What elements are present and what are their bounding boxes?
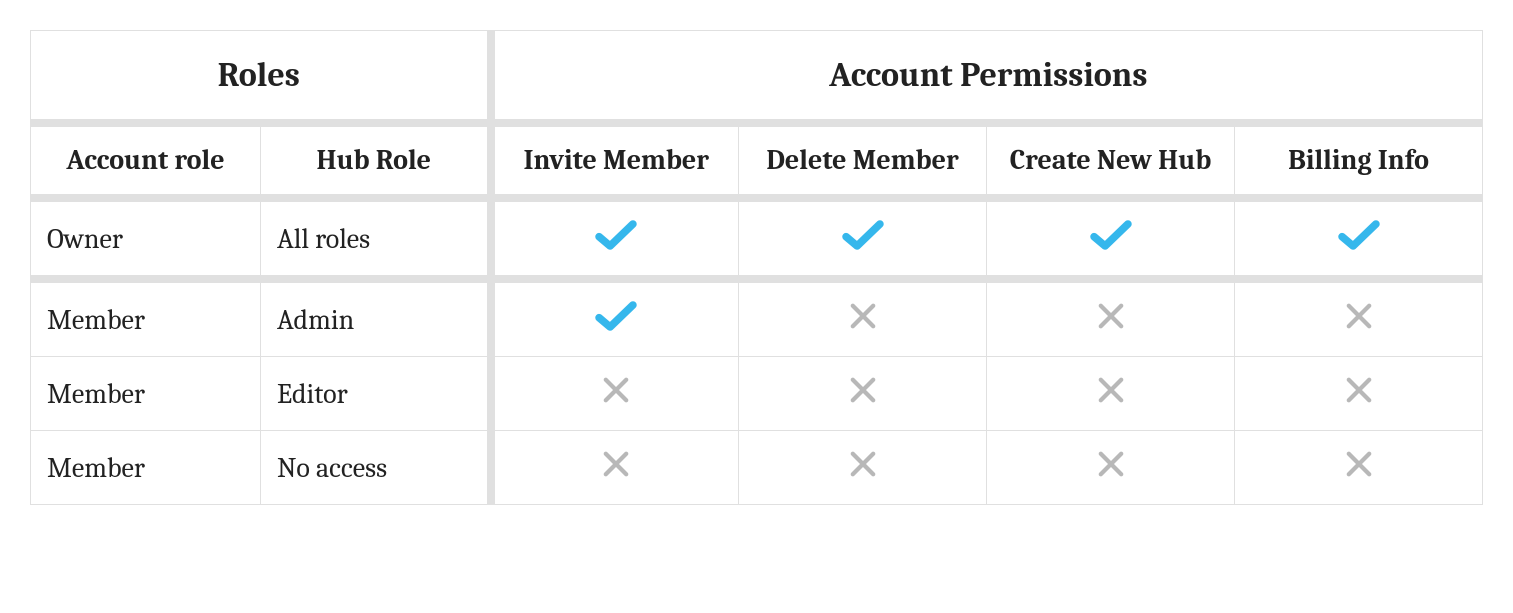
cell-create-new-hub — [987, 431, 1235, 505]
cell-billing-info — [1235, 279, 1483, 357]
table-row: MemberAdmin — [31, 279, 1483, 357]
column-group-roles: Roles — [31, 31, 491, 124]
check-icon — [594, 218, 638, 252]
cross-icon — [846, 373, 880, 407]
permissions-table-body: OwnerAll rolesMemberAdminMemberEditorMem… — [31, 198, 1483, 505]
table-sub-header-row: Account role Hub Role Invite Member Dele… — [31, 123, 1483, 198]
cell-delete-member — [739, 198, 987, 279]
cell-hub-role: Editor — [261, 357, 491, 431]
cross-icon — [599, 373, 633, 407]
column-header-billing-info: Billing Info — [1235, 123, 1483, 198]
cell-billing-info — [1235, 357, 1483, 431]
check-icon — [841, 218, 885, 252]
column-header-invite-member: Invite Member — [491, 123, 739, 198]
cell-account-role: Owner — [31, 198, 261, 279]
cell-invite-member — [491, 279, 739, 357]
column-header-delete-member: Delete Member — [739, 123, 987, 198]
cross-icon — [1342, 299, 1376, 333]
cell-billing-info — [1235, 198, 1483, 279]
table-group-header-row: Roles Account Permissions — [31, 31, 1483, 124]
cell-delete-member — [739, 431, 987, 505]
column-group-permissions: Account Permissions — [491, 31, 1483, 124]
cell-invite-member — [491, 198, 739, 279]
table-row: MemberNo access — [31, 431, 1483, 505]
cross-icon — [1342, 447, 1376, 481]
cell-account-role: Member — [31, 357, 261, 431]
column-header-account-role: Account role — [31, 123, 261, 198]
cell-hub-role: All roles — [261, 198, 491, 279]
table-row: MemberEditor — [31, 357, 1483, 431]
cross-icon — [599, 447, 633, 481]
cell-delete-member — [739, 357, 987, 431]
cell-invite-member — [491, 431, 739, 505]
cell-account-role: Member — [31, 431, 261, 505]
cross-icon — [846, 299, 880, 333]
column-header-hub-role: Hub Role — [261, 123, 491, 198]
cross-icon — [1094, 447, 1128, 481]
cross-icon — [1342, 373, 1376, 407]
cell-create-new-hub — [987, 198, 1235, 279]
cross-icon — [846, 447, 880, 481]
check-icon — [1089, 218, 1133, 252]
table-row: OwnerAll roles — [31, 198, 1483, 279]
cell-create-new-hub — [987, 279, 1235, 357]
cell-create-new-hub — [987, 357, 1235, 431]
cell-hub-role: No access — [261, 431, 491, 505]
cell-billing-info — [1235, 431, 1483, 505]
check-icon — [1337, 218, 1381, 252]
cell-delete-member — [739, 279, 987, 357]
column-header-create-new-hub: Create New Hub — [987, 123, 1235, 198]
permissions-table: Roles Account Permissions Account role H… — [30, 30, 1483, 505]
cross-icon — [1094, 299, 1128, 333]
cell-account-role: Member — [31, 279, 261, 357]
cross-icon — [1094, 373, 1128, 407]
check-icon — [594, 299, 638, 333]
cell-invite-member — [491, 357, 739, 431]
cell-hub-role: Admin — [261, 279, 491, 357]
